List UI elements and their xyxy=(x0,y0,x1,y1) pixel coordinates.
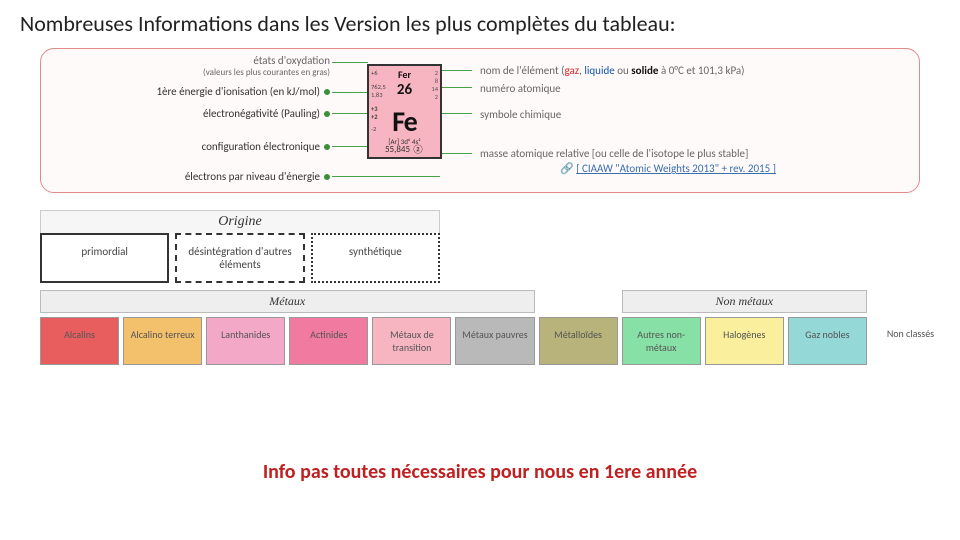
header-nonmetals: Non métaux xyxy=(622,290,867,313)
label-ref: 🔗 [ CIAAW "Atomic Weights 2013" + rev. 2… xyxy=(560,162,776,175)
origine-section: Origine primordial désintégration d'autr… xyxy=(40,210,440,283)
header-metals: Métaux xyxy=(40,290,535,313)
arrow-line xyxy=(332,62,368,63)
label-oxidation-text: états d'oxydation xyxy=(40,54,330,67)
arrow-line xyxy=(332,92,368,93)
label-oxidation-sub: (valeurs les plus courantes en gras) xyxy=(40,67,330,78)
dot-icon xyxy=(324,174,330,180)
dot-icon xyxy=(324,89,330,95)
label-atomic-num: numéro atomique xyxy=(480,82,561,95)
element-tile: Fer 26 Fe [Ar] 3d⁶ 4s² 55,845 ② +6 762,5… xyxy=(367,64,442,159)
category-box: Alcalino terreux xyxy=(123,317,202,365)
origine-synth: synthétique xyxy=(311,233,440,283)
arrow-line xyxy=(332,176,440,177)
category-box: Métaux pauvres xyxy=(455,317,534,365)
origine-primordial: primordial xyxy=(40,233,169,283)
label-mass: masse atomique relative [ou celle de l'i… xyxy=(480,147,748,160)
tile-mass: 55,845 ② xyxy=(369,144,440,155)
origine-header: Origine xyxy=(40,210,440,233)
category-box: Halogènes xyxy=(705,317,784,365)
label-name: nom de l'élément (gaz, liquide ou solide… xyxy=(480,64,745,77)
dot-icon xyxy=(324,144,330,150)
category-box: Alcalins xyxy=(40,317,119,365)
category-box: Gaz nobles xyxy=(788,317,867,365)
arrow-line xyxy=(442,113,472,114)
link-icon: 🔗 xyxy=(560,162,576,175)
label-shells: électrons par niveau d'énergie xyxy=(40,170,330,183)
label-electroneg: électronégativité (Pauling) xyxy=(40,107,330,120)
category-box: Lanthanides xyxy=(206,317,285,365)
arrow-line xyxy=(332,113,368,114)
arrow-line xyxy=(332,146,368,147)
arrow-line xyxy=(442,153,472,154)
label-ionization: 1ère énergie d'ionisation (en kJ/mol) xyxy=(40,85,330,98)
category-box: Actinides xyxy=(289,317,368,365)
dot-icon xyxy=(324,111,330,117)
arrow-line xyxy=(442,70,472,71)
footer-note: Info pas toutes nécessaires pour nous en… xyxy=(0,460,960,484)
category-box: Métalloïdes xyxy=(539,317,618,365)
origine-decay: désintégration d'autres éléments xyxy=(175,233,304,283)
tile-right-annotations: 2 8 14 2 xyxy=(431,69,438,101)
categories-section: Métaux Non métaux AlcalinsAlcalino terre… xyxy=(40,290,950,365)
page-title: Nombreuses Informations dans les Version… xyxy=(20,10,676,37)
label-oxidation: états d'oxydation (valeurs les plus cour… xyxy=(40,54,330,78)
category-box: Métaux de transition xyxy=(372,317,451,365)
spacer xyxy=(539,290,618,313)
category-box: Non classés xyxy=(871,317,950,365)
label-symbol: symbole chimique xyxy=(480,108,561,121)
label-config: configuration électronique xyxy=(40,140,330,153)
arrow-line xyxy=(442,87,472,88)
tile-left-annotations: +6 762,5 1,83 +3 +2 -2 xyxy=(371,69,386,133)
category-box: Autres non-métaux xyxy=(622,317,701,365)
spacer xyxy=(871,290,950,313)
